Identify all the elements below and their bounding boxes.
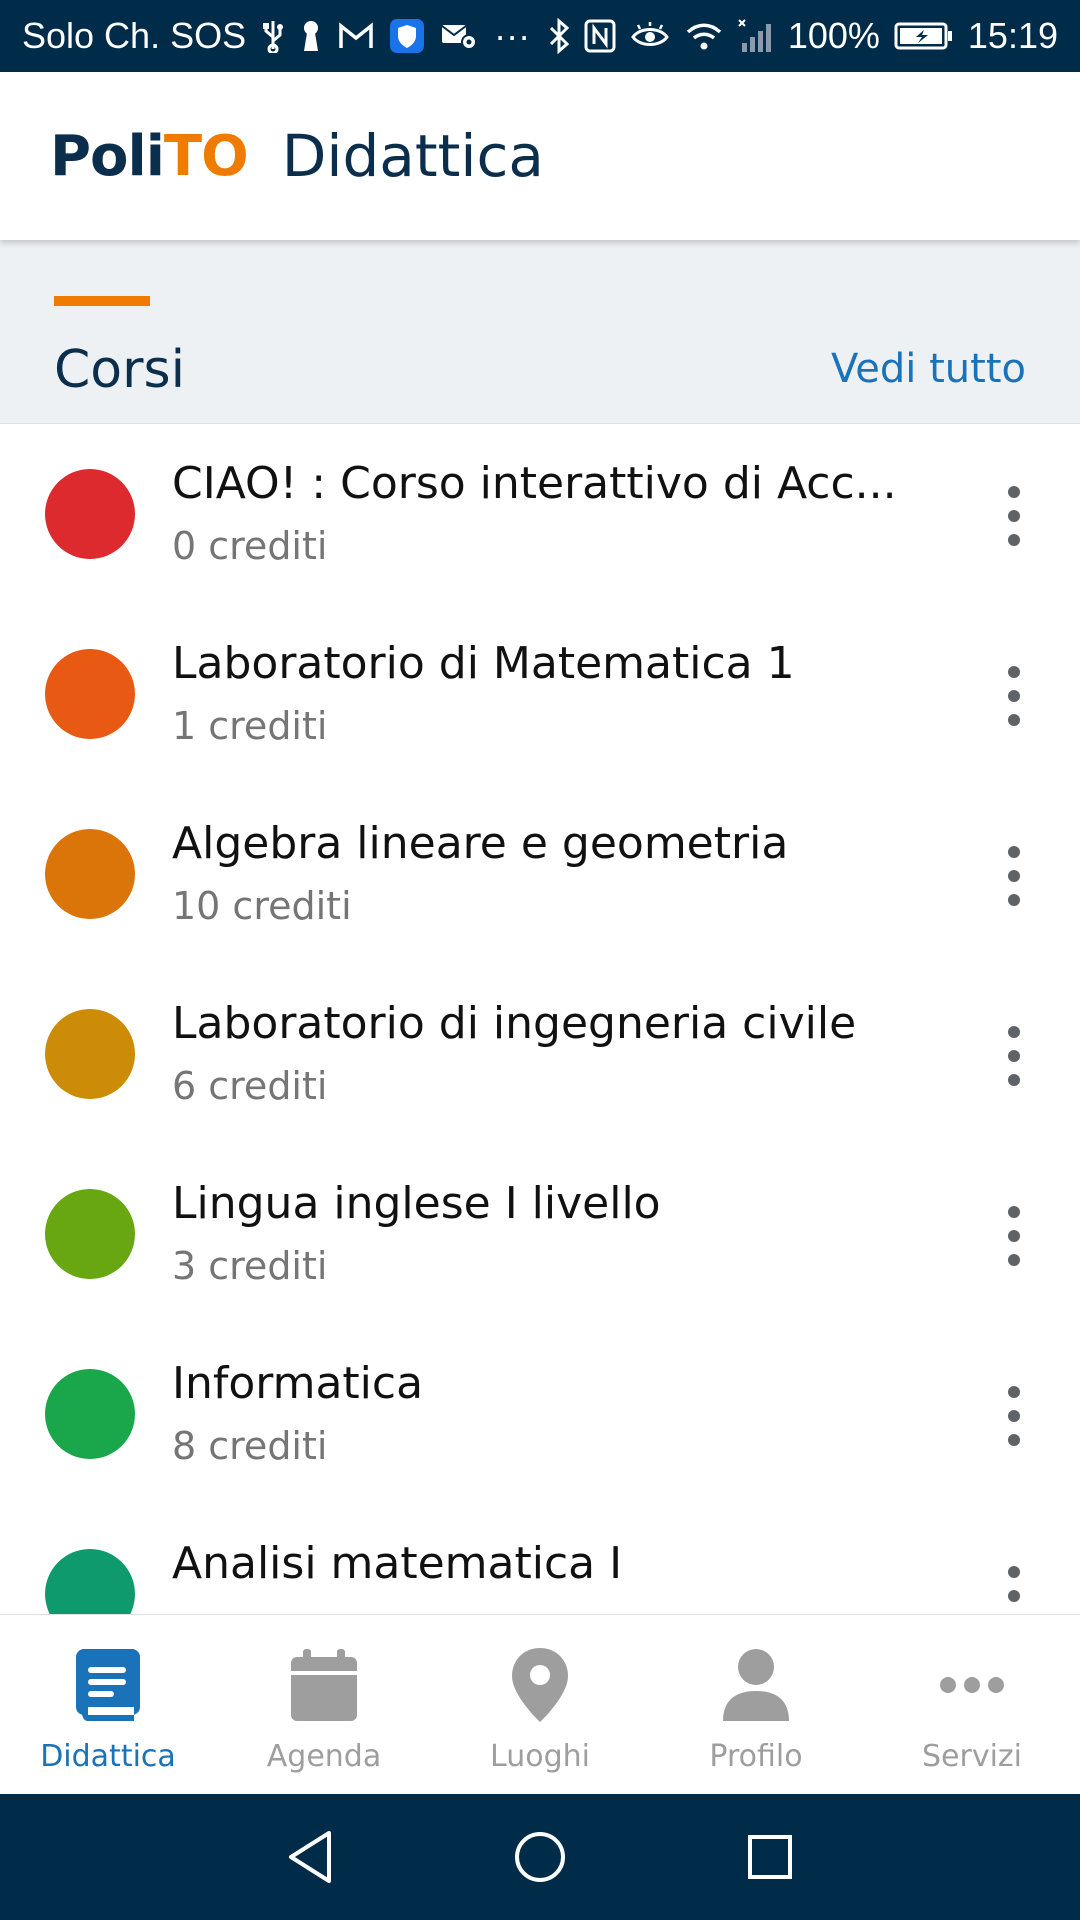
course-color-dot bbox=[45, 1369, 135, 1459]
tab-label: Didattica bbox=[40, 1739, 176, 1774]
bottom-navigation: Didattica Agenda Luoghi Profilo Servizi bbox=[0, 1614, 1080, 1794]
logo-text-to: TO bbox=[163, 123, 249, 189]
carrier-label: Solo Ch. SOS bbox=[22, 15, 247, 56]
usb-icon bbox=[262, 16, 284, 56]
course-row[interactable]: Lingua inglese I livello 3 crediti bbox=[0, 1144, 1080, 1324]
tab-luoghi[interactable]: Luoghi bbox=[432, 1615, 648, 1794]
course-name: Algebra lineare e geometria bbox=[172, 818, 789, 869]
tab-label: Servizi bbox=[921, 1739, 1022, 1774]
course-color-dot bbox=[45, 829, 135, 919]
course-name: Informatica bbox=[172, 1358, 424, 1409]
gmail-icon bbox=[338, 16, 374, 56]
signal-icon bbox=[738, 16, 774, 56]
home-icon[interactable] bbox=[500, 1817, 580, 1897]
logo-text-poli: Poli bbox=[50, 123, 165, 189]
tab-agenda[interactable]: Agenda bbox=[216, 1615, 432, 1794]
more-vertical-icon[interactable] bbox=[996, 666, 1032, 726]
course-credits: 10 crediti bbox=[172, 884, 352, 928]
course-color-dot bbox=[45, 1549, 135, 1614]
polito-logo: PoliTO bbox=[50, 123, 249, 189]
recents-icon[interactable] bbox=[730, 1817, 810, 1897]
clock: 15:19 bbox=[967, 15, 1058, 56]
course-list: CIAO! : Corso interattivo di Acc... 0 cr… bbox=[0, 424, 1080, 1614]
course-color-dot bbox=[45, 1009, 135, 1099]
more-horizontal-icon bbox=[939, 1645, 1005, 1725]
tab-label: Profilo bbox=[709, 1739, 803, 1774]
more-vertical-icon[interactable] bbox=[996, 1386, 1032, 1446]
course-color-dot bbox=[45, 1189, 135, 1279]
page-title: Didattica bbox=[281, 122, 544, 190]
course-row[interactable]: Algebra lineare e geometria 10 crediti bbox=[0, 784, 1080, 964]
status-bar-right: 100% 15:19 bbox=[548, 15, 1058, 57]
more-vertical-icon[interactable] bbox=[996, 1026, 1032, 1086]
keyhole-icon bbox=[300, 16, 322, 56]
battery-charging-icon bbox=[894, 16, 954, 56]
tab-profilo[interactable]: Profilo bbox=[648, 1615, 864, 1794]
wifi-icon bbox=[684, 16, 724, 56]
course-name: Analisi matematica I bbox=[172, 1538, 623, 1589]
section-accent-bar bbox=[54, 296, 150, 306]
person-icon bbox=[721, 1645, 791, 1725]
course-color-dot bbox=[45, 649, 135, 739]
section-title: Corsi bbox=[54, 340, 186, 400]
location-pin-icon bbox=[510, 1645, 570, 1725]
battery-percent: 100% bbox=[787, 15, 880, 56]
calendar-icon bbox=[289, 1645, 359, 1725]
course-row[interactable]: Analisi matematica I bbox=[0, 1504, 1080, 1614]
more-notifications-icon: ··· bbox=[494, 15, 531, 56]
back-icon[interactable] bbox=[270, 1817, 350, 1897]
mail-settings-icon bbox=[440, 16, 478, 56]
courses-section-header: Corsi Vedi tutto bbox=[0, 240, 1080, 424]
course-row[interactable]: CIAO! : Corso interattivo di Acc... 0 cr… bbox=[0, 424, 1080, 604]
status-bar: Solo Ch. SOS ··· 100% 15:19 bbox=[0, 0, 1080, 72]
course-color-dot bbox=[45, 469, 135, 559]
course-credits: 1 crediti bbox=[172, 704, 328, 748]
course-row[interactable]: Laboratorio di ingegneria civile 6 credi… bbox=[0, 964, 1080, 1144]
more-vertical-icon[interactable] bbox=[996, 1206, 1032, 1266]
course-credits: 6 crediti bbox=[172, 1064, 328, 1108]
course-row[interactable]: Laboratorio di Matematica 1 1 crediti bbox=[0, 604, 1080, 784]
more-vertical-icon[interactable] bbox=[996, 846, 1032, 906]
course-credits: 8 crediti bbox=[172, 1424, 328, 1468]
shield-app-icon bbox=[390, 16, 425, 56]
nfc-icon bbox=[584, 16, 616, 56]
tab-label: Agenda bbox=[266, 1739, 382, 1774]
more-vertical-icon[interactable] bbox=[996, 486, 1032, 546]
course-row[interactable]: Informatica 8 crediti bbox=[0, 1324, 1080, 1504]
eye-comfort-icon bbox=[630, 16, 670, 56]
more-vertical-icon[interactable] bbox=[996, 1566, 1032, 1614]
course-name: CIAO! : Corso interattivo di Acc... bbox=[172, 458, 897, 509]
course-credits: 0 crediti bbox=[172, 524, 328, 568]
book-icon bbox=[74, 1645, 142, 1725]
tab-didattica[interactable]: Didattica bbox=[0, 1615, 216, 1794]
course-credits: 3 crediti bbox=[172, 1244, 328, 1288]
tab-servizi[interactable]: Servizi bbox=[864, 1615, 1080, 1794]
course-name: Lingua inglese I livello bbox=[172, 1178, 661, 1229]
status-bar-left: Solo Ch. SOS ··· bbox=[22, 15, 548, 57]
course-name: Laboratorio di Matematica 1 bbox=[172, 638, 795, 689]
system-navigation-bar bbox=[0, 1794, 1080, 1920]
tab-label: Luoghi bbox=[490, 1739, 590, 1774]
bluetooth-icon bbox=[548, 16, 570, 56]
course-name: Laboratorio di ingegneria civile bbox=[172, 998, 857, 1049]
see-all-link[interactable]: Vedi tutto bbox=[831, 346, 1026, 392]
app-header: PoliTO Didattica bbox=[0, 72, 1080, 240]
